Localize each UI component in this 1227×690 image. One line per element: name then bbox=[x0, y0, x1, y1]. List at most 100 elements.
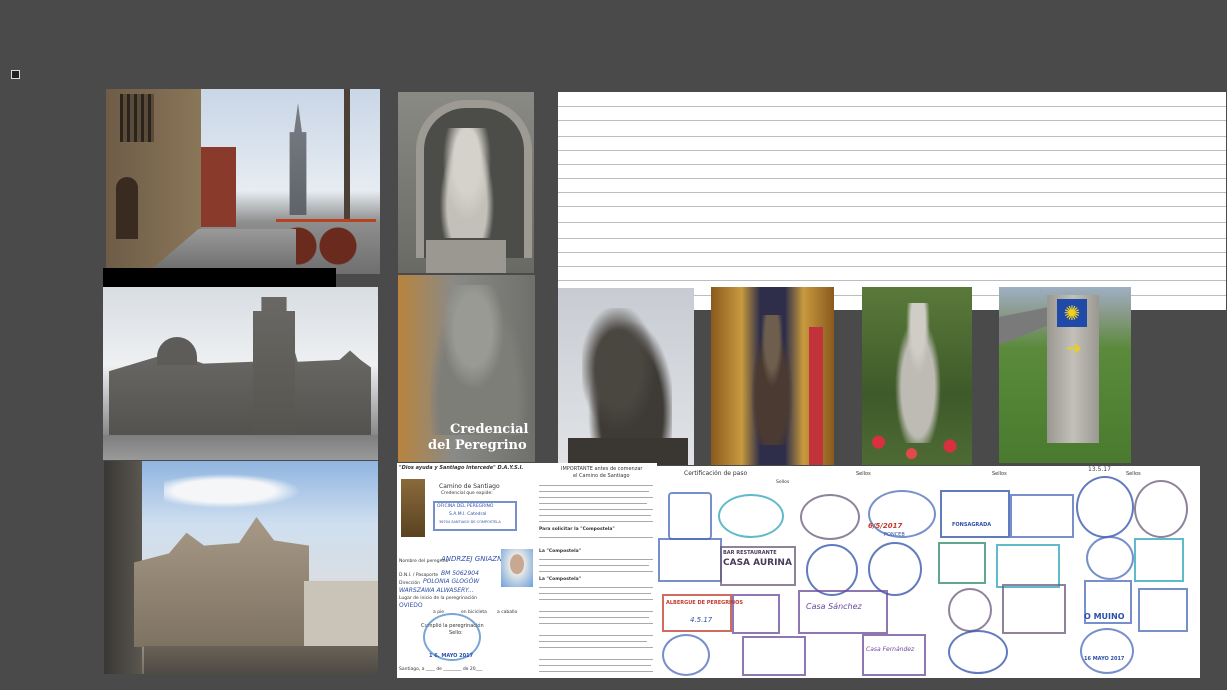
stamp-house bbox=[1134, 538, 1184, 582]
office-line-3: 36704 SANTIAGO DE COMPOSTELA bbox=[439, 520, 501, 524]
stamp-ponte-text: PONCEB bbox=[884, 532, 905, 538]
stamp-muino-text: O MUINO bbox=[1084, 612, 1125, 621]
stamp-box-purple-2 bbox=[742, 636, 806, 676]
photo-stone-pilgrim[interactable] bbox=[862, 287, 972, 465]
info-document[interactable]: IMPORTANTE antes de comenzar el Camino d… bbox=[533, 463, 657, 678]
stamp-oval-6 bbox=[948, 588, 992, 632]
stamp-sanchez-box bbox=[798, 590, 888, 634]
stamp-date-3: 16 MAYO 2017 bbox=[1084, 656, 1125, 662]
cathedral-body bbox=[109, 343, 371, 437]
stamp-oval-7 bbox=[948, 630, 1008, 674]
stamp-box-5 bbox=[996, 544, 1060, 588]
red-flowers bbox=[862, 427, 972, 465]
office-line-2: S.A.M.I. Catedral bbox=[449, 512, 487, 517]
stamp-fernandez-box bbox=[862, 634, 926, 676]
stamp-date: 1 6. MAYO 2017 bbox=[429, 653, 474, 659]
stamps-document[interactable]: Certificación de paso Sellos Sellos Sell… bbox=[656, 466, 1200, 678]
motto-text: "Dios ayuda y Santiago Intercede" D.A.Y.… bbox=[399, 465, 524, 471]
address-label: Dirección bbox=[399, 581, 421, 586]
office-line-1: OFICINA DEL PEREGRINO bbox=[437, 504, 494, 509]
saint-figure bbox=[747, 315, 797, 445]
stamps-title: Certificación de paso bbox=[684, 470, 748, 477]
stamp-shell bbox=[868, 490, 936, 538]
stamp-oval-9 bbox=[1134, 480, 1188, 538]
pedestal bbox=[426, 240, 506, 273]
stamp-church bbox=[668, 492, 712, 540]
facade bbox=[134, 517, 309, 647]
pilgrim-photo bbox=[501, 549, 533, 587]
stamp-fernandez-text: Casa Fernández bbox=[866, 646, 915, 653]
stamp-box-purple bbox=[732, 594, 780, 634]
red-building bbox=[201, 147, 236, 227]
mouse-cursor bbox=[11, 70, 20, 79]
photo-cathedral[interactable] bbox=[103, 287, 378, 460]
mode-bike: en bicicleta bbox=[461, 610, 487, 615]
stamp-blue-box bbox=[658, 538, 722, 582]
stamp-shell-2 bbox=[868, 542, 922, 596]
credential-document[interactable]: "Dios ayuda y Santiago Intercede" D.A.Y.… bbox=[397, 463, 543, 678]
col-header-4: Sellos bbox=[776, 480, 790, 485]
cloud bbox=[164, 471, 314, 511]
church-spire bbox=[289, 103, 307, 215]
tree-trunk bbox=[344, 89, 350, 219]
col-header-2: Sellos bbox=[992, 471, 1007, 477]
stamp-cross bbox=[806, 544, 858, 596]
stamp-box-6 bbox=[1002, 584, 1066, 634]
dome bbox=[157, 337, 197, 365]
info-p2-bold: Para solicitar la "Compostela" bbox=[539, 527, 615, 532]
photo-baroque-facade[interactable] bbox=[104, 461, 378, 674]
org-title: Camino de Santiago bbox=[439, 483, 500, 490]
stamp-date-4: 4.5.17 bbox=[690, 616, 713, 624]
stamp-oval-1 bbox=[718, 494, 784, 538]
arched-door bbox=[116, 177, 138, 239]
credencial-title-line2: del Peregrino bbox=[428, 438, 527, 453]
stamp-box-11 bbox=[1138, 588, 1188, 632]
saint-bust-statue bbox=[428, 285, 528, 435]
info-heading-1: IMPORTANTE antes de comenzar bbox=[561, 466, 643, 472]
stamp-date-1: 6/5/2017 bbox=[868, 522, 903, 530]
stamp-fonsagrada-text: FONSAGRADA bbox=[952, 522, 992, 528]
white-lined-panel bbox=[558, 92, 1226, 310]
stamp-box-4 bbox=[1010, 494, 1074, 538]
stamp-oval-10 bbox=[1086, 536, 1134, 580]
passport-value: BM 5062904 bbox=[441, 570, 479, 577]
photo-camino-marker[interactable]: ✺ ➔ bbox=[999, 287, 1131, 463]
col-header-3: Sellos bbox=[1126, 471, 1141, 477]
stamp-date-2: 13.5.17 bbox=[1088, 466, 1111, 473]
stamp-oval-3 bbox=[800, 494, 860, 540]
stamp-oval-12 bbox=[1080, 628, 1134, 674]
stamp-oval-8 bbox=[1076, 476, 1134, 538]
start-value: OVIEDO bbox=[399, 602, 423, 609]
mode-horse: a caballo bbox=[497, 610, 518, 615]
window-grille bbox=[120, 94, 154, 142]
photo-statue-niche[interactable] bbox=[398, 92, 534, 273]
scallop-shell-icon: ✺ bbox=[1057, 299, 1087, 327]
saint-illustration bbox=[401, 479, 425, 537]
stamp-aurina-text: CASA AURINA bbox=[723, 558, 792, 568]
stamp-albergue-box bbox=[662, 594, 732, 632]
yellow-arrow-icon: ➔ bbox=[1066, 338, 1082, 359]
name-value: ANDRZEJ GNIAZN bbox=[441, 555, 503, 563]
statue-base bbox=[568, 438, 688, 465]
date-line: Santiago, a ____ de ________ de 20___ bbox=[399, 667, 483, 672]
photo-equestrian-statue[interactable] bbox=[558, 288, 694, 465]
square-ground bbox=[103, 435, 378, 460]
photo-street-church[interactable] bbox=[106, 89, 380, 274]
start-label: Lugar de inicio de la peregrinación bbox=[399, 596, 478, 601]
plaza-crowd bbox=[144, 646, 378, 674]
horse-rider-statue bbox=[436, 128, 498, 238]
info-heading-2: el Camino de Santiago bbox=[573, 473, 630, 479]
info-p3-bold: La "Compostela" bbox=[539, 577, 582, 582]
address-value: POLONIA GLOGÓW bbox=[423, 578, 480, 585]
org-subtitle: Credencial que expide: bbox=[441, 491, 493, 496]
photo-altar-statue[interactable] bbox=[711, 287, 834, 465]
address2-value: WARSZAWA ALWASERY... bbox=[399, 587, 474, 594]
col-header-1: Sellos bbox=[856, 471, 871, 477]
info-p1-bold: La "Compostela" bbox=[539, 549, 582, 554]
main-tower bbox=[253, 297, 295, 437]
red-column bbox=[809, 327, 823, 465]
credencial-cover[interactable]: Credencial del Peregrino bbox=[398, 275, 535, 462]
credencial-title-line1: Credencial bbox=[450, 422, 529, 437]
horse-statue bbox=[582, 308, 672, 458]
pilgrim-statue bbox=[890, 303, 946, 443]
